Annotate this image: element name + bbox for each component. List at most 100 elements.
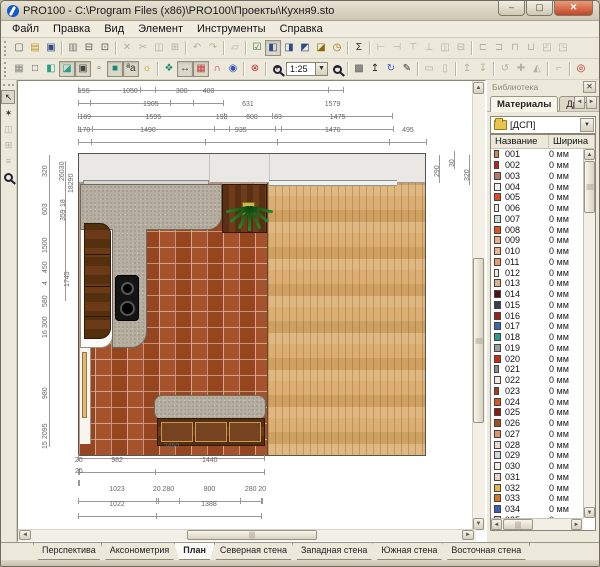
material-row[interactable]: 0070 мм bbox=[491, 214, 583, 225]
snap-objects-icon[interactable]: ◉ bbox=[225, 61, 241, 77]
distribute-bottom-icon[interactable]: ⊔ bbox=[523, 40, 539, 56]
measure-tool-icon[interactable]: ⊞ bbox=[1, 138, 15, 152]
material-row[interactable]: 0250 мм bbox=[491, 407, 583, 418]
list-vscrollbar[interactable]: ▲ ▼ bbox=[583, 149, 595, 518]
align-right-icon[interactable]: ⊣ bbox=[389, 40, 405, 56]
show-library-icon[interactable]: ◧ bbox=[265, 40, 281, 56]
element-properties-icon[interactable]: ▱ bbox=[227, 40, 243, 56]
material-row[interactable]: 0110 мм bbox=[491, 257, 583, 268]
join-vertical-icon[interactable]: ⊟ bbox=[453, 40, 469, 56]
room-tool-icon[interactable]: ✶ bbox=[1, 106, 15, 120]
view-tab-северная-стена[interactable]: Северная стена bbox=[211, 543, 296, 560]
material-row[interactable]: 0340 мм bbox=[491, 504, 583, 515]
undo-icon[interactable]: ↶ bbox=[189, 40, 205, 56]
view-colors-icon[interactable]: ◧ bbox=[43, 61, 59, 77]
material-row[interactable]: 0050 мм bbox=[491, 192, 583, 203]
view-final-icon[interactable]: ■ bbox=[107, 61, 123, 77]
show-dimensions-icon[interactable]: ↔ bbox=[177, 61, 193, 77]
center-view-icon[interactable]: ◎ bbox=[573, 61, 589, 77]
minimize-button[interactable]: – bbox=[498, 1, 525, 16]
dropdown-arrow-icon[interactable]: ▼ bbox=[316, 62, 328, 76]
show-preview-icon[interactable]: ◨ bbox=[281, 40, 297, 56]
material-row[interactable]: 0040 мм bbox=[491, 181, 583, 192]
join-horizontal-icon[interactable]: ◫ bbox=[437, 40, 453, 56]
move-icon[interactable]: ✚ bbox=[513, 61, 529, 77]
material-row[interactable]: 0160 мм bbox=[491, 310, 583, 321]
material-row[interactable]: 0290 мм bbox=[491, 450, 583, 461]
autoformat-icon[interactable]: ❖ bbox=[161, 61, 177, 77]
material-row[interactable]: 0150 мм bbox=[491, 300, 583, 311]
clone-tool-icon[interactable]: ◫ bbox=[1, 122, 15, 136]
scroll-up-icon[interactable]: ▲ bbox=[473, 82, 484, 94]
rotate-icon[interactable]: ↺ bbox=[497, 61, 513, 77]
library-close-icon[interactable]: ✕ bbox=[583, 81, 596, 93]
scroll-left-icon[interactable]: ◄ bbox=[491, 519, 502, 530]
view-tab-план[interactable]: План bbox=[174, 543, 215, 560]
report-icon[interactable]: Σ bbox=[351, 40, 367, 56]
distribute-left-icon[interactable]: ⊏ bbox=[475, 40, 491, 56]
drawing-canvas[interactable]: 8072042261204155105030040019056311579189… bbox=[17, 80, 486, 542]
corner-icon[interactable]: ⌐ bbox=[551, 61, 567, 77]
select-tool-icon[interactable]: ↖ bbox=[1, 90, 15, 104]
scroll-right-icon[interactable]: ► bbox=[571, 519, 582, 530]
show-grid-icon[interactable]: ▦ bbox=[193, 61, 209, 77]
toolbar-grip[interactable] bbox=[4, 41, 9, 56]
maximize-button[interactable]: ▢ bbox=[526, 1, 553, 16]
move-element-icon[interactable]: ↥ bbox=[367, 61, 383, 77]
toolbar-grip[interactable] bbox=[4, 62, 9, 77]
toolbar-grip[interactable] bbox=[3, 84, 14, 86]
scroll-left-icon[interactable]: ◄ bbox=[19, 530, 31, 540]
cut-icon[interactable]: ✂ bbox=[135, 40, 151, 56]
menu-файл[interactable]: Файл bbox=[5, 22, 46, 36]
material-row[interactable]: 0080 мм bbox=[491, 224, 583, 235]
move-up-icon[interactable]: ↥ bbox=[459, 61, 475, 77]
zoom-tool-icon[interactable] bbox=[1, 170, 15, 184]
menu-инструменты[interactable]: Инструменты bbox=[190, 22, 273, 36]
material-row[interactable]: 0030 мм bbox=[491, 171, 583, 182]
view-wireframe-icon[interactable]: ▦ bbox=[11, 61, 27, 77]
material-row[interactable]: 0330 мм bbox=[491, 493, 583, 504]
show-lighting-icon[interactable]: ◪ bbox=[313, 40, 329, 56]
align-left-icon[interactable]: ⊢ bbox=[373, 40, 389, 56]
view-tab-перспектива[interactable]: Перспектива bbox=[33, 543, 105, 560]
material-row[interactable]: 0300 мм bbox=[491, 461, 583, 472]
material-row[interactable]: 0180 мм bbox=[491, 332, 583, 343]
canvas-vscroll-thumb[interactable] bbox=[473, 258, 484, 423]
view-tab-западная-стена[interactable]: Западная стена bbox=[292, 543, 376, 560]
document-properties-icon[interactable]: ▥ bbox=[65, 40, 81, 56]
list-vscroll-thumb[interactable] bbox=[584, 161, 595, 213]
menu-вид[interactable]: Вид bbox=[97, 22, 131, 36]
show-structure-icon[interactable]: ◩ bbox=[297, 40, 313, 56]
new-icon[interactable]: ▢ bbox=[11, 40, 27, 56]
select-area-icon[interactable]: ▩ bbox=[351, 61, 367, 77]
material-row[interactable]: 0230 мм bbox=[491, 386, 583, 397]
zoom-out-icon[interactable]: − bbox=[329, 61, 345, 77]
material-row[interactable]: 0270 мм bbox=[491, 429, 583, 440]
material-row[interactable]: 0200 мм bbox=[491, 353, 583, 364]
scale-combo[interactable]: 1:25▼ bbox=[286, 62, 328, 76]
view-light-icon[interactable]: ☼ bbox=[139, 61, 155, 77]
material-row[interactable]: 0280 мм bbox=[491, 439, 583, 450]
material-row[interactable]: 0320 мм bbox=[491, 482, 583, 493]
snap-off-icon[interactable]: ⊗ bbox=[247, 61, 263, 77]
ungroup-icon[interactable]: ▯ bbox=[437, 61, 453, 77]
snap-corner-icon[interactable]: ◰ bbox=[539, 40, 555, 56]
close-button[interactable]: ✕ bbox=[554, 1, 593, 16]
scroll-right-icon[interactable]: ► bbox=[462, 530, 474, 540]
print-icon[interactable]: ⊟ bbox=[81, 40, 97, 56]
show-price-icon[interactable]: ◷ bbox=[329, 40, 345, 56]
rotate-view-icon[interactable]: ↻ bbox=[383, 61, 399, 77]
material-row[interactable]: 0170 мм bbox=[491, 321, 583, 332]
view-descriptions-icon[interactable]: ªa bbox=[123, 61, 139, 77]
paste-icon[interactable]: ⊞ bbox=[167, 40, 183, 56]
view-tab-южная-стена[interactable]: Южная стена bbox=[372, 543, 446, 560]
material-row[interactable]: 0120 мм bbox=[491, 267, 583, 278]
view-tab-аксонометрия[interactable]: Аксонометрия bbox=[101, 543, 179, 560]
snap-magnet-icon[interactable]: ∩ bbox=[209, 61, 225, 77]
list-hscroll-thumb[interactable] bbox=[503, 519, 533, 530]
align-top-icon[interactable]: ⊤ bbox=[405, 40, 421, 56]
view-edges-icon[interactable]: ▫ bbox=[91, 61, 107, 77]
move-down-icon[interactable]: ↧ bbox=[475, 61, 491, 77]
view-hidden-lines-icon[interactable]: □ bbox=[27, 61, 43, 77]
material-row[interactable]: 0060 мм bbox=[491, 203, 583, 214]
